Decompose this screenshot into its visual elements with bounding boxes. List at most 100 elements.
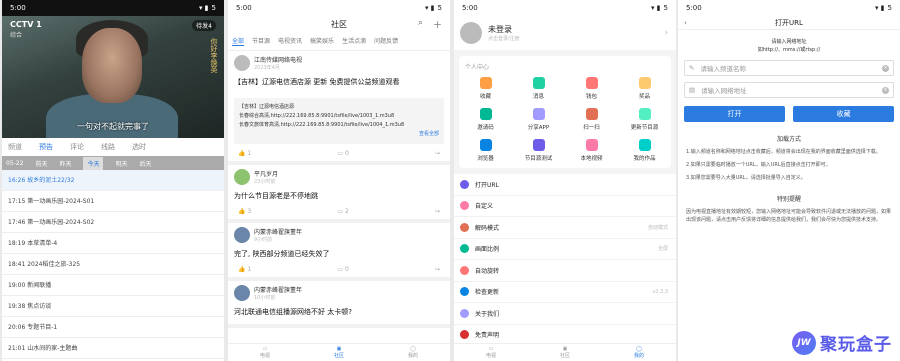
channel-name-field[interactable]: ✎ 请输入频道名称 × — [684, 60, 894, 76]
menu-item[interactable]: 关于我们 — [454, 303, 676, 325]
tab-tv-news[interactable]: 电视资讯 — [278, 36, 302, 46]
comment-button[interactable]: ▭ 2 — [337, 208, 348, 215]
avatar[interactable] — [234, 169, 250, 185]
post-card[interactable]: 内蒙赤峰翟旗董年 9小时前 完了, 陕西部分频道已经失效了 👍 1 ▭ 0 ↪ — [228, 223, 450, 281]
community-header: 社区 ⌕ ＋ — [228, 16, 450, 32]
avatar[interactable] — [460, 22, 482, 44]
tab-comments[interactable]: 评论 — [70, 142, 84, 152]
post-title[interactable]: 河北联通电信组播源网络不好 太卡顿? — [234, 307, 444, 318]
page-title: 打开URL — [775, 18, 803, 27]
post-title[interactable]: 【吉林】辽源电信酒店源 更新 免费提供公益频道观看 — [234, 77, 444, 88]
clear-icon[interactable]: × — [882, 64, 889, 72]
feature-icon — [638, 139, 651, 151]
like-button[interactable]: 👍 1 — [238, 150, 251, 157]
menu-item[interactable]: 自动旋转 — [454, 260, 676, 282]
menu-item[interactable]: 解码模式 自动模式 — [454, 217, 676, 239]
program-row[interactable]: 19:00 新闻联播 — [2, 275, 224, 296]
tab-channel[interactable]: 频道 — [8, 142, 22, 152]
favorite-button[interactable]: 收藏 — [793, 106, 894, 122]
feature-label: 消息 — [532, 94, 544, 100]
program-row-current[interactable]: 16:26 故乡的泥土22/32 — [2, 170, 224, 191]
day-item[interactable]: 明天 — [115, 159, 127, 168]
post-title[interactable]: 完了, 陕西部分频道已经失效了 — [234, 249, 444, 260]
like-button[interactable]: 👍 3 — [238, 208, 251, 215]
menu-item[interactable]: 画面比例 全屏 — [454, 239, 676, 260]
post-card[interactable]: 平凡岁月 23小时前 为什么节目源老是不停地跳 👍 3 ▭ 2 ↪ — [228, 165, 450, 223]
tab-lines[interactable]: 线路 — [101, 142, 115, 152]
search-icon[interactable]: ⌕ — [418, 18, 423, 31]
menu-item[interactable]: 自定义 — [454, 196, 676, 217]
status-time: 5:00 — [10, 4, 26, 12]
share-icon[interactable]: ↪ — [435, 266, 440, 273]
tab-timeshift[interactable]: 选时 — [132, 142, 146, 152]
view-all-link[interactable]: 查看全部 — [239, 130, 439, 139]
video-player[interactable]: CCTV 1 综合 待发4 你好李焕英 一句对不起就完事了 — [2, 16, 224, 138]
day-item[interactable]: 前天 — [35, 159, 47, 168]
nav-mine[interactable]: ◯ 我的 — [634, 346, 644, 360]
nav-tv[interactable]: ▭ 电视 — [260, 346, 270, 360]
avatar[interactable] — [234, 285, 250, 301]
community-icon: ▣ — [562, 345, 568, 352]
nav-tv[interactable]: ▭ 电视 — [486, 346, 496, 360]
program-row[interactable]: 18:19 本草清单-4 — [2, 233, 224, 254]
nav-mine[interactable]: ◯ 我的 — [408, 346, 418, 360]
tab-fun[interactable]: 搞笑娱乐 — [310, 36, 334, 46]
tab-all[interactable]: 全部 — [232, 36, 245, 46]
tab-feedback[interactable]: 问题反馈 — [374, 36, 398, 46]
share-icon[interactable]: ↪ — [435, 150, 440, 157]
feature-item[interactable]: 收藏 — [459, 77, 512, 100]
url-tip: 请输入网络地址 如http://、mms://或rtsp:// — [678, 38, 900, 54]
day-item-today[interactable]: 今天 — [83, 156, 104, 170]
post-card[interactable]: 内蒙赤峰翟旗董年 10小时前 河北联通电信组播源网络不好 太卡顿? — [228, 281, 450, 328]
feature-item[interactable]: 更新节目源 — [618, 108, 671, 131]
clear-icon[interactable]: × — [882, 86, 889, 94]
post-title[interactable]: 为什么节目源老是不停地跳 — [234, 191, 444, 202]
program-row[interactable]: 19:38 焦点访谈 — [2, 296, 224, 317]
avatar[interactable] — [234, 55, 250, 71]
login-card[interactable]: 未登录 点击登录/注册 › — [454, 16, 676, 50]
feature-item[interactable]: 钱包 — [565, 77, 618, 100]
nav-community[interactable]: ▣ 社区 — [334, 346, 344, 360]
tab-schedule[interactable]: 预告 — [39, 142, 53, 152]
comment-button[interactable]: ▭ 0 — [337, 266, 348, 273]
feature-item[interactable]: 浏览器 — [459, 139, 512, 162]
player-badge[interactable]: 待发4 — [192, 20, 216, 31]
feature-item[interactable]: 分享APP — [512, 108, 565, 131]
menu-item[interactable]: 打开URL — [454, 174, 676, 196]
post-author[interactable]: 平凡岁月 — [254, 169, 278, 178]
tab-life[interactable]: 生活点滴 — [342, 36, 366, 46]
comment-button[interactable]: ▭ 0 — [337, 150, 348, 157]
feature-item[interactable]: 奖品 — [618, 77, 671, 100]
program-row[interactable]: 21:01 山水间的家-主题曲 — [2, 338, 224, 359]
post-author[interactable]: 内蒙赤峰翟旗董年 — [254, 227, 302, 236]
program-row[interactable]: 20:06 专题节目-1 — [2, 317, 224, 338]
nav-community[interactable]: ▣ 社区 — [560, 346, 570, 360]
post-card[interactable]: 江南传媒网络电视 2023年4月 【吉林】辽源电信酒店源 更新 免费提供公益频道… — [228, 51, 450, 165]
feature-item[interactable]: 邀请码 — [459, 108, 512, 131]
menu-item[interactable]: 检查更新 v2.3.3 — [454, 282, 676, 303]
program-row[interactable]: 18:41 2024稻佳之旅-325 — [2, 254, 224, 275]
feature-item[interactable]: 节目源测试 — [512, 139, 565, 162]
like-button[interactable]: 👍 1 — [238, 266, 251, 273]
back-arrow-icon[interactable]: ‹ — [684, 19, 687, 27]
feature-item[interactable]: 扫一扫 — [565, 108, 618, 131]
post-author[interactable]: 江南传媒网络电视 — [254, 55, 302, 64]
day-item[interactable]: 后天 — [140, 159, 152, 168]
feature-item[interactable]: 消息 — [512, 77, 565, 100]
day-item[interactable]: 昨天 — [59, 159, 71, 168]
feature-item[interactable]: 我的作品 — [618, 139, 671, 162]
menu-label: 自动旋转 — [475, 267, 500, 275]
program-row[interactable]: 17:46 第一动画乐园-2024-S02 — [2, 212, 224, 233]
tab-sources[interactable]: 节目源 — [252, 36, 270, 46]
share-icon[interactable]: ↪ — [435, 208, 440, 215]
feature-item[interactable]: 本地视频 — [565, 139, 618, 162]
avatar[interactable] — [234, 227, 250, 243]
post-author[interactable]: 内蒙赤峰翟旗董年 — [254, 285, 302, 294]
post-attachment[interactable]: 【吉林】辽源电信酒店源 长春综合高清,http://222.169.85.8:9… — [234, 98, 444, 144]
add-icon[interactable]: ＋ — [433, 18, 442, 31]
url-field[interactable]: ▤ 请输入网络地址 × — [684, 82, 894, 98]
day-item[interactable]: 05-22 — [6, 160, 23, 167]
program-row[interactable]: 17:15 第一动画乐园-2024-S01 — [2, 191, 224, 212]
open-button[interactable]: 打开 — [684, 106, 785, 122]
feature-label: 邀请码 — [477, 125, 494, 131]
